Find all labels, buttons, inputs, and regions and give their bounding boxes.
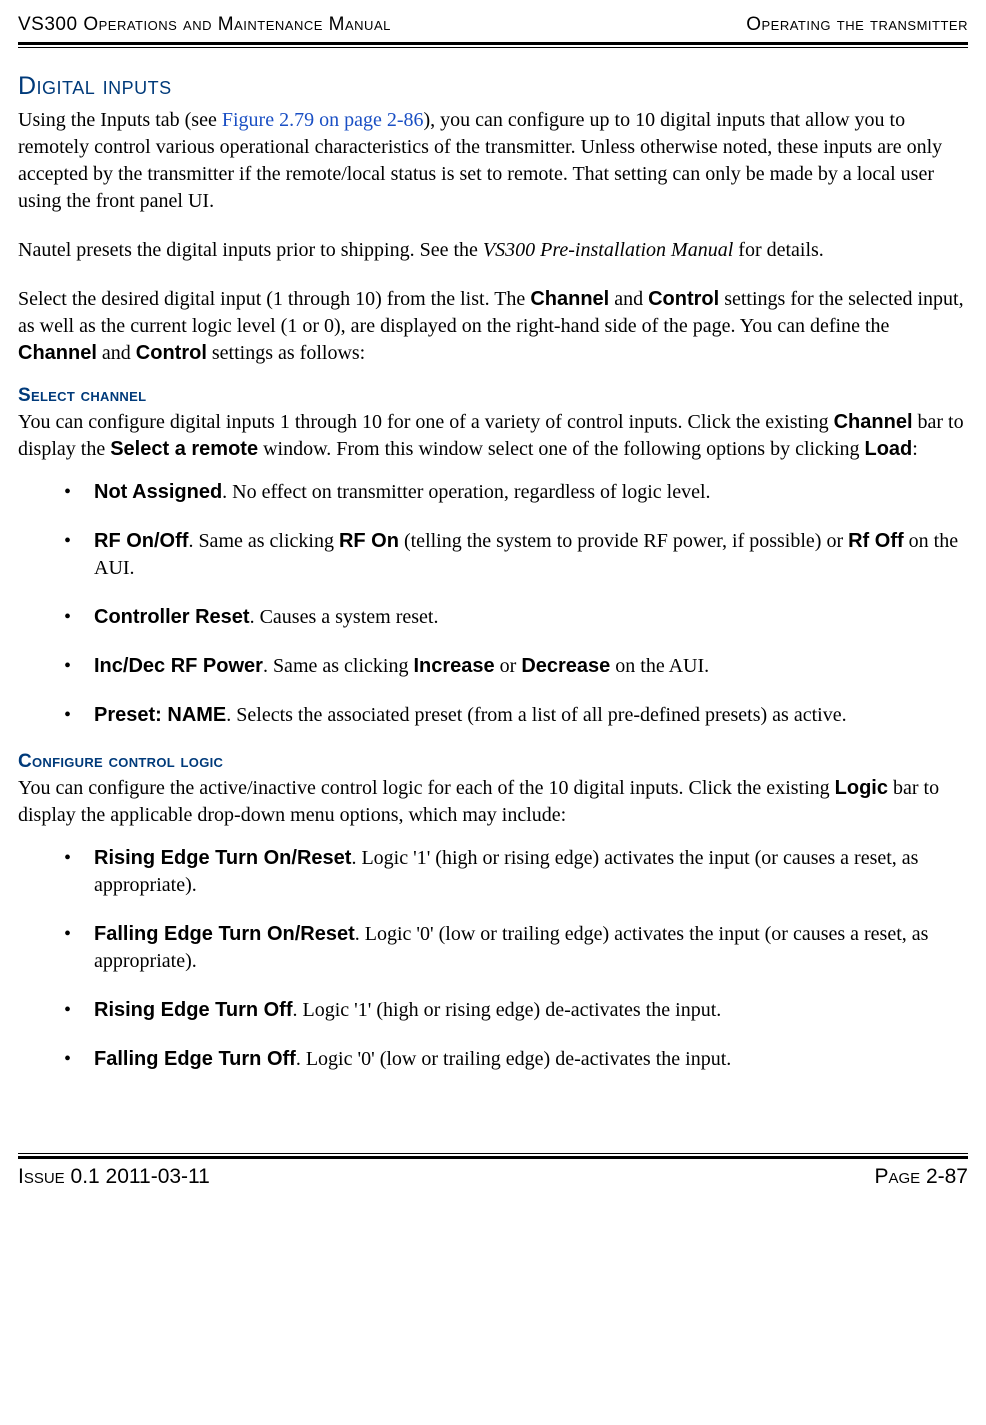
intro-paragraph-1: Using the Inputs tab (see Figure 2.79 on… — [18, 107, 968, 215]
list-item: Falling Edge Turn On/Reset. Logic '0' (l… — [64, 921, 968, 975]
option-label: Controller Reset — [94, 606, 250, 628]
list-item: Rising Edge Turn On/Reset. Logic '1' (hi… — [64, 845, 968, 899]
text: for details. — [733, 239, 824, 261]
list-item: RF On/Off. Same as clicking RF On (telli… — [64, 528, 968, 582]
subsection-configure-control-logic: Configure control logic — [18, 751, 968, 773]
section-title-digital-inputs: Digital inputs — [18, 72, 968, 101]
text: on the AUI. — [610, 655, 709, 677]
term-decrease: Decrease — [521, 655, 610, 677]
term-channel: Channel — [530, 288, 609, 310]
option-label: Falling Edge Turn Off — [94, 1048, 296, 1070]
logic-options-list: Rising Edge Turn On/Reset . Logic '1' (hi… — [64, 845, 968, 1073]
option-text: . Logic '0' (low or trailing edge) de-ac… — [296, 1048, 731, 1070]
option-text: . Logic '1' (high or rising edge) de-act… — [293, 999, 722, 1021]
list-item: Preset: NAME. Selects the associated pre… — [64, 702, 968, 729]
content: Digital inputs Using the Inputs tab (see… — [18, 48, 968, 1073]
header-rule-thick — [18, 42, 968, 45]
manual-title-italic: VS300 Pre-installation Manual — [483, 239, 733, 261]
subsection-select-channel: Select channel — [18, 385, 968, 407]
term-increase: Increase — [413, 655, 494, 677]
select-channel-paragraph: You can configure digital inputs 1 throu… — [18, 409, 968, 463]
text: Nautel presets the digital inputs prior … — [18, 239, 483, 261]
footer-right: Page 2-87 — [874, 1165, 968, 1189]
list-item: Not Assigned. No effect on transmitter o… — [64, 479, 968, 506]
list-item: Controller Reset. Causes a system reset. — [64, 604, 968, 631]
footer-left: Issue 0.1 2011-03-11 — [18, 1165, 210, 1189]
term-control: Control — [136, 342, 207, 364]
term-channel: Channel — [18, 342, 97, 364]
text: window. From this window select one of t… — [258, 438, 864, 460]
term-control: Control — [648, 288, 719, 310]
footer-rule-thin — [18, 1153, 968, 1154]
text: or — [495, 655, 522, 677]
option-label: Inc/Dec RF Power — [94, 655, 263, 677]
header-left: VS300 Operations and Maintenance Manual — [18, 14, 391, 36]
text: (telling the system to provide RF power,… — [399, 530, 848, 552]
option-label: RF On/Off — [94, 530, 188, 552]
list-item: Falling Edge Turn Off. Logic '0' (low or… — [64, 1046, 968, 1073]
text: settings as follows: — [207, 342, 365, 364]
list-item: Rising Edge Turn Off. Logic '1' (high or… — [64, 997, 968, 1024]
control-logic-paragraph: You can configure the active/inactive co… — [18, 775, 968, 829]
term-rf-on: RF On — [339, 530, 399, 552]
page-footer: Issue 0.1 2011-03-11 Page 2-87 — [18, 1159, 968, 1189]
text: and — [609, 288, 648, 310]
text: Select the desired digital input (1 thro… — [18, 288, 530, 310]
text: and — [97, 342, 136, 364]
footer-wrap: Issue 0.1 2011-03-11 Page 2-87 — [18, 1153, 968, 1189]
intro-paragraph-2: Nautel presets the digital inputs prior … — [18, 237, 968, 264]
text: . Same as clicking — [188, 530, 339, 552]
option-text: . No effect on transmitter operation, re… — [222, 481, 710, 503]
list-item: Inc/Dec RF Power. Same as clicking Incre… — [64, 653, 968, 680]
page-header: VS300 Operations and Maintenance Manual … — [18, 14, 968, 42]
option-label: Not Assigned — [94, 481, 222, 503]
option-text: . Selects the associated preset (from a … — [226, 704, 846, 726]
term-logic: Logic — [835, 777, 888, 799]
text: You can configure digital inputs 1 throu… — [18, 411, 834, 433]
intro-paragraph-3: Select the desired digital input (1 thro… — [18, 286, 968, 367]
figure-link[interactable]: Figure 2.79 on page 2-86 — [222, 109, 424, 131]
option-label: Rising Edge Turn On/Reset — [94, 847, 351, 869]
text: Using the Inputs tab (see — [18, 109, 222, 131]
term-select-remote: Select a remote — [110, 438, 258, 460]
option-label: Preset: NAME — [94, 704, 226, 726]
channel-options-list: Not Assigned. No effect on transmitter o… — [64, 479, 968, 729]
header-right: Operating the transmitter — [746, 14, 968, 36]
text: : — [912, 438, 918, 460]
option-label: Rising Edge Turn Off — [94, 999, 293, 1021]
term-rf-off: Rf Off — [848, 530, 904, 552]
text: . Same as clicking — [263, 655, 414, 677]
term-load: Load — [865, 438, 913, 460]
term-channel: Channel — [834, 411, 913, 433]
option-text: . Causes a system reset. — [250, 606, 439, 628]
option-label: Falling Edge Turn On/Reset — [94, 923, 355, 945]
text: You can configure the active/inactive co… — [18, 777, 835, 799]
